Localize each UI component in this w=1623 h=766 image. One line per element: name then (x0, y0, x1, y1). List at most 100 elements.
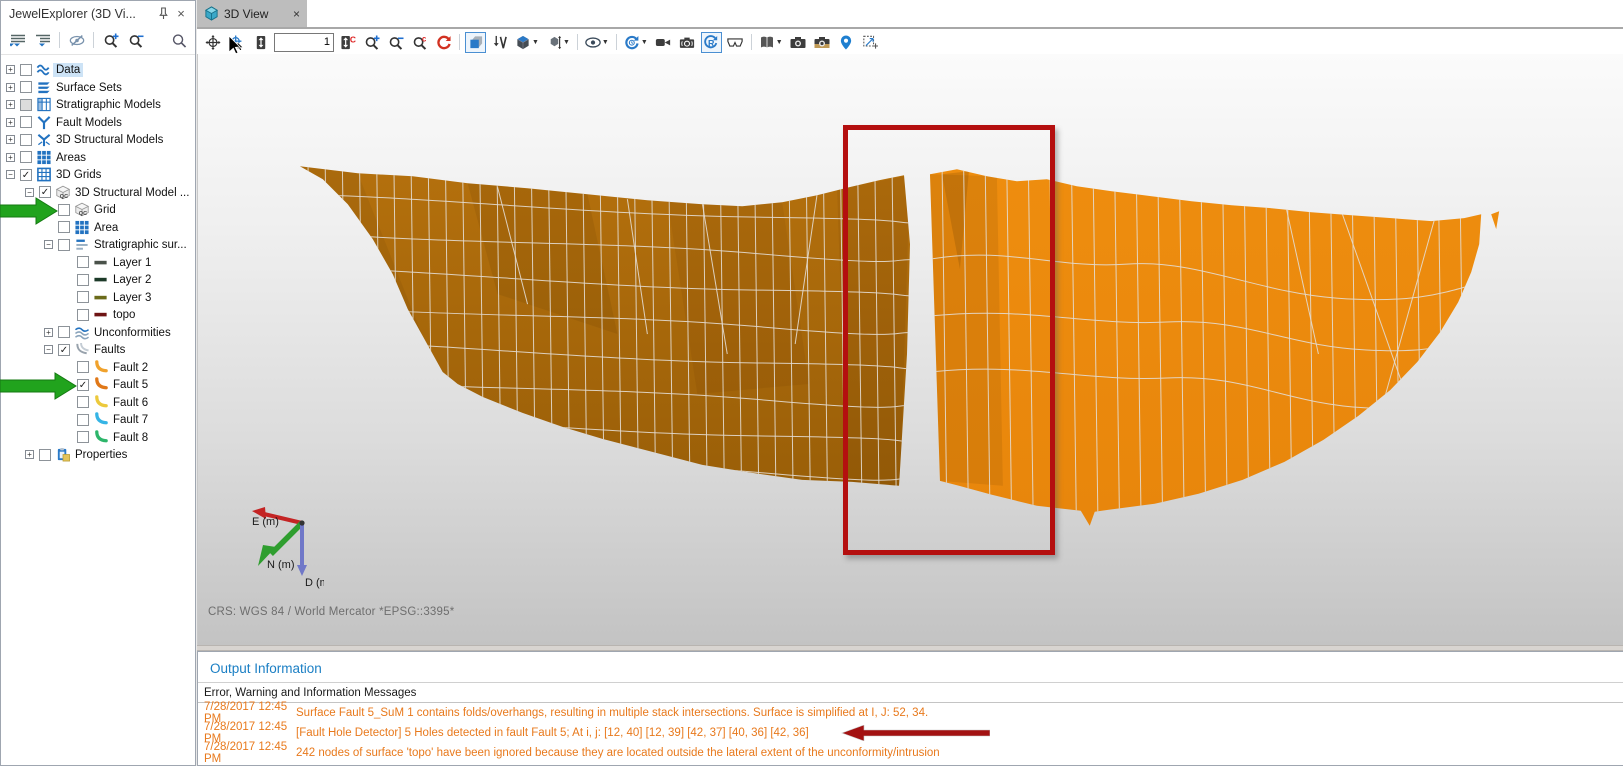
output-message-row[interactable]: 7/28/2017 12:45 PM242 nodes of surface '… (198, 743, 1623, 763)
tree-item-stratigraphic-models[interactable]: +Stratigraphic Models (1, 96, 195, 114)
collapse-icon[interactable]: − (44, 345, 53, 354)
view-orientation-button[interactable]: ▼ (513, 32, 541, 53)
measure-scale-button[interactable]: ▼ (544, 32, 572, 53)
view-face-button[interactable] (465, 32, 486, 53)
tree-item-layer-3[interactable]: Layer 3 (1, 289, 195, 307)
vertical-exaggeration-reset-button[interactable]: C (337, 32, 358, 53)
tree-item-fault-8[interactable]: Fault 8 (1, 429, 195, 447)
checkbox-unchecked[interactable] (20, 151, 32, 163)
expand-icon[interactable]: + (44, 328, 53, 337)
tree-item-layer-1[interactable]: Layer 1 (1, 254, 195, 272)
checkbox-checked[interactable]: ✓ (20, 169, 32, 181)
checkbox-unchecked[interactable] (20, 116, 32, 128)
checkbox-checked[interactable]: ✓ (58, 344, 70, 356)
collapse-icon[interactable]: − (44, 240, 53, 249)
expand-columns-button[interactable] (32, 30, 53, 51)
tree-item-properties[interactable]: +Properties (1, 446, 195, 464)
tree-item-surface-sets[interactable]: +Surface Sets (1, 79, 195, 97)
expand-icon[interactable]: + (6, 65, 15, 74)
visibility-button[interactable]: ▼ (583, 32, 611, 53)
expand-icon[interactable]: + (6, 83, 15, 92)
axis-label-north: N (m) (267, 559, 295, 571)
collapse-columns-button[interactable] (7, 30, 28, 51)
expand-icon[interactable]: + (6, 118, 15, 127)
checkbox-unchecked[interactable] (77, 431, 89, 443)
axis-triad: E (m) N (m) D (m) (244, 506, 324, 592)
checkbox-unchecked[interactable] (77, 256, 89, 268)
zoom-reset-button[interactable]: c (409, 32, 430, 53)
rotate-mode-button[interactable]: R (701, 32, 722, 53)
tree-item-3d-structural-models[interactable]: +3D Structural Models (1, 131, 195, 149)
checkbox-unchecked[interactable] (20, 99, 32, 111)
rotate-reset-button[interactable] (433, 32, 454, 53)
map-views-button[interactable]: ▼ (757, 32, 785, 53)
search-button[interactable] (168, 30, 189, 51)
checkbox-unchecked[interactable] (58, 239, 70, 251)
strat-icon (74, 237, 90, 252)
plot-extents-button[interactable] (860, 32, 881, 53)
drop-vertical-button[interactable] (489, 32, 510, 53)
tree-item-label: Data (53, 63, 83, 77)
mouse-cursor (228, 35, 242, 55)
cubeqc-icon: QC (74, 202, 90, 217)
explorer-close-icon[interactable]: × (172, 5, 190, 23)
tab-3d-view[interactable]: 3D View × (197, 0, 307, 27)
expand-icon[interactable]: + (6, 153, 15, 162)
dropdown-arrow-icon[interactable]: ▼ (563, 39, 570, 46)
dropdown-arrow-icon[interactable]: ▼ (532, 39, 539, 46)
dropdown-arrow-icon[interactable]: ▼ (602, 39, 609, 46)
checkbox-unchecked[interactable] (77, 414, 89, 426)
tree-item-areas[interactable]: +Areas (1, 149, 195, 167)
record-movie-button[interactable] (653, 32, 674, 53)
pan-view-button[interactable] (202, 32, 223, 53)
tree-item-fault-7[interactable]: Fault 7 (1, 411, 195, 429)
tree-item-fault-models[interactable]: +Fault Models (1, 114, 195, 132)
swatch-icon (93, 307, 109, 322)
checkbox-unchecked[interactable] (77, 309, 89, 321)
tree-item-faults[interactable]: −✓Faults (1, 341, 195, 359)
expand-icon[interactable]: + (25, 450, 34, 459)
tree-zoom-in-button[interactable] (100, 30, 121, 51)
tree-item-3d-grids[interactable]: −✓3D Grids (1, 166, 195, 184)
snapshot-export-button[interactable] (812, 32, 833, 53)
checkbox-unchecked[interactable] (77, 291, 89, 303)
dropdown-arrow-icon[interactable]: ▼ (641, 39, 648, 46)
table-icon (36, 97, 52, 112)
tree-item-label: 3D Structural Models (53, 133, 166, 147)
zoom-out-button[interactable] (385, 32, 406, 53)
checkbox-unchecked[interactable] (77, 274, 89, 286)
geolocation-button[interactable] (836, 32, 857, 53)
dropdown-arrow-icon[interactable]: ▼ (776, 39, 783, 46)
collapse-icon[interactable]: − (6, 170, 15, 179)
vertical-exaggeration-input[interactable] (274, 33, 334, 52)
pin-icon[interactable] (154, 5, 172, 23)
checkbox-unchecked[interactable] (20, 134, 32, 146)
checkbox-unchecked[interactable] (58, 326, 70, 338)
stereo-view-button[interactable] (725, 32, 746, 53)
expand-icon[interactable]: + (6, 100, 15, 109)
tree-item-data[interactable]: + Data (1, 61, 195, 79)
view-face-icon (468, 35, 484, 50)
output-message-list: 7/28/2017 12:45 PMSurface Fault 5_SuM 1 … (198, 703, 1623, 763)
tree-item-topo[interactable]: topo (1, 306, 195, 324)
output-message-row[interactable]: 7/28/2017 12:45 PM[Fault Hole Detector] … (198, 723, 1623, 743)
vertical-exaggeration-button[interactable] (250, 32, 271, 53)
checkbox-unchecked[interactable] (39, 449, 51, 461)
3d-viewport[interactable]: E (m) N (m) D (m) CRS: WGS 84 / World Me… (197, 54, 1623, 645)
checkbox-unchecked[interactable] (20, 64, 32, 76)
spin-view-button[interactable]: ▼ (622, 32, 650, 53)
output-message-row[interactable]: 7/28/2017 12:45 PMSurface Fault 5_SuM 1 … (198, 703, 1623, 723)
tab-close-icon[interactable]: × (293, 7, 300, 21)
tree-zoom-out-button[interactable] (125, 30, 146, 51)
expand-icon[interactable]: + (6, 135, 15, 144)
tree-item-layer-2[interactable]: Layer 2 (1, 271, 195, 289)
tree-item-stratigraphic-sur[interactable]: −Stratigraphic sur... (1, 236, 195, 254)
zoom-in-button[interactable] (361, 32, 382, 53)
fcurve-icon (93, 360, 109, 375)
capture-frame-button[interactable] (677, 32, 698, 53)
tree-item-unconformities[interactable]: +Unconformities (1, 324, 195, 342)
checkbox-unchecked[interactable] (20, 81, 32, 93)
toggle-hidden-items-button[interactable] (66, 30, 87, 51)
grid9-icon (74, 220, 90, 235)
snapshot-button[interactable] (788, 32, 809, 53)
